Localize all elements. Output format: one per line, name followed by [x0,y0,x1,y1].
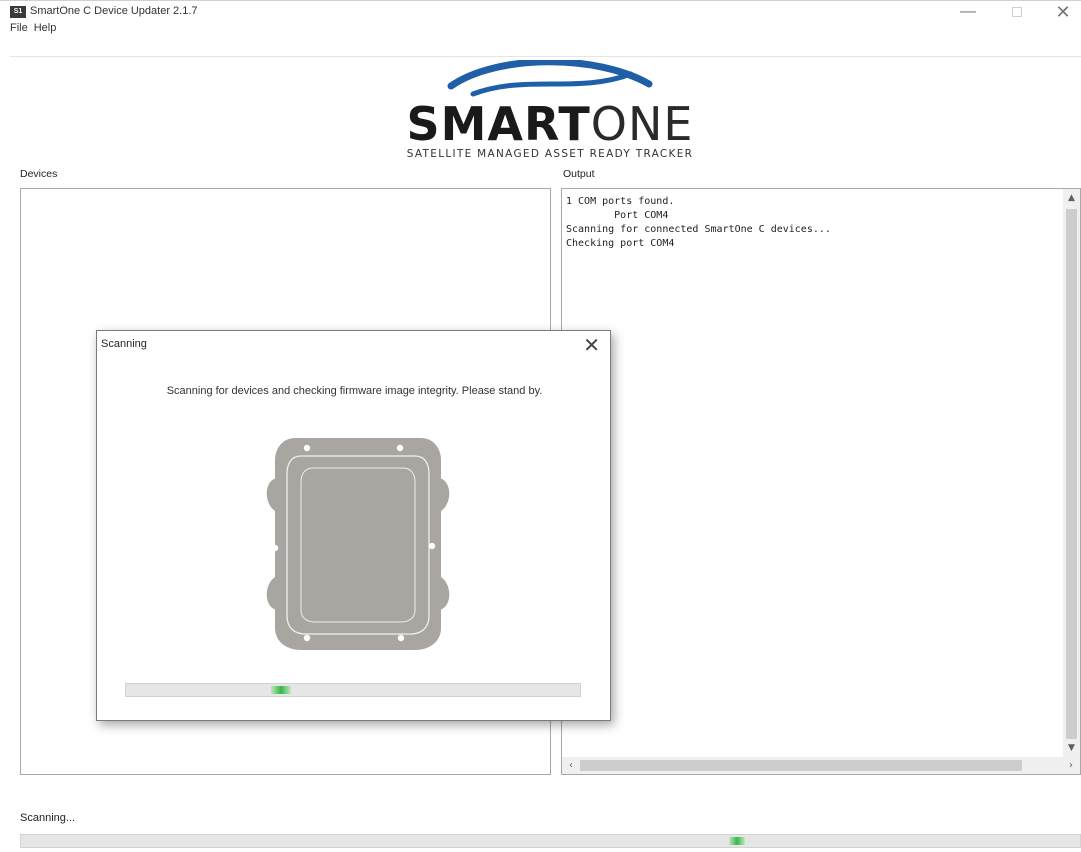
dialog-progress-indicator [271,686,291,694]
scroll-left-icon[interactable]: ‹ [562,757,580,774]
dialog-message: Scanning for devices and checking firmwa… [166,385,543,397]
scroll-thumb[interactable] [1066,209,1077,739]
scanning-dialog: Scanning ✕ Scanning for devices and chec… [96,330,611,721]
scroll-down-icon[interactable]: ▼ [1063,739,1080,757]
output-horizontal-scrollbar[interactable]: ‹ › [562,757,1080,774]
menu-separator [10,56,1081,57]
output-vertical-scrollbar[interactable]: ▲ ▼ [1063,189,1080,757]
dialog-title: Scanning [101,338,147,350]
logo-tagline: SATELLITE MANAGED ASSET READY TRACKER [406,148,694,160]
app-icon: S1 [10,6,26,18]
scroll-right-icon[interactable]: › [1062,757,1080,774]
status-progress-bar [20,834,1081,848]
minimize-button[interactable]: — [945,1,991,23]
smartone-logo: SMARTONE SATELLITE MANAGED ASSET READY T… [360,60,740,166]
status-progress-indicator [729,837,745,845]
output-text: 1 COM ports found. Port COM4 Scanning fo… [566,196,831,249]
logo-wordmark: SMARTONE [380,96,720,152]
maximize-button[interactable] [994,1,1040,23]
menu-file[interactable]: File [10,22,28,40]
window-title: SmartOne C Device Updater 2.1.7 [30,5,198,17]
hscroll-thumb[interactable] [580,760,1022,771]
status-text: Scanning... [20,812,76,824]
close-icon: ✕ [583,335,600,357]
logo-word-bold: SMART [406,97,591,151]
title-bar: S1 SmartOne C Device Updater 2.1.7 — ✕ [0,0,1081,22]
menu-bar: File Help [10,22,56,40]
minimize-icon: — [960,3,976,20]
output-label: Output [563,168,595,180]
output-log[interactable]: 1 COM ports found. Port COM4 Scanning fo… [561,188,1081,775]
menu-help[interactable]: Help [34,22,57,40]
close-button[interactable]: ✕ [1040,1,1081,23]
dialog-progress-bar [125,683,581,697]
smartone-device-icon [266,438,450,650]
scroll-up-icon[interactable]: ▲ [1063,189,1080,207]
devices-label: Devices [20,168,58,180]
dialog-close-button[interactable]: ✕ [583,333,600,358]
close-icon: ✕ [1055,1,1071,22]
logo-word-light: ONE [590,97,694,151]
maximize-icon [1012,7,1022,17]
